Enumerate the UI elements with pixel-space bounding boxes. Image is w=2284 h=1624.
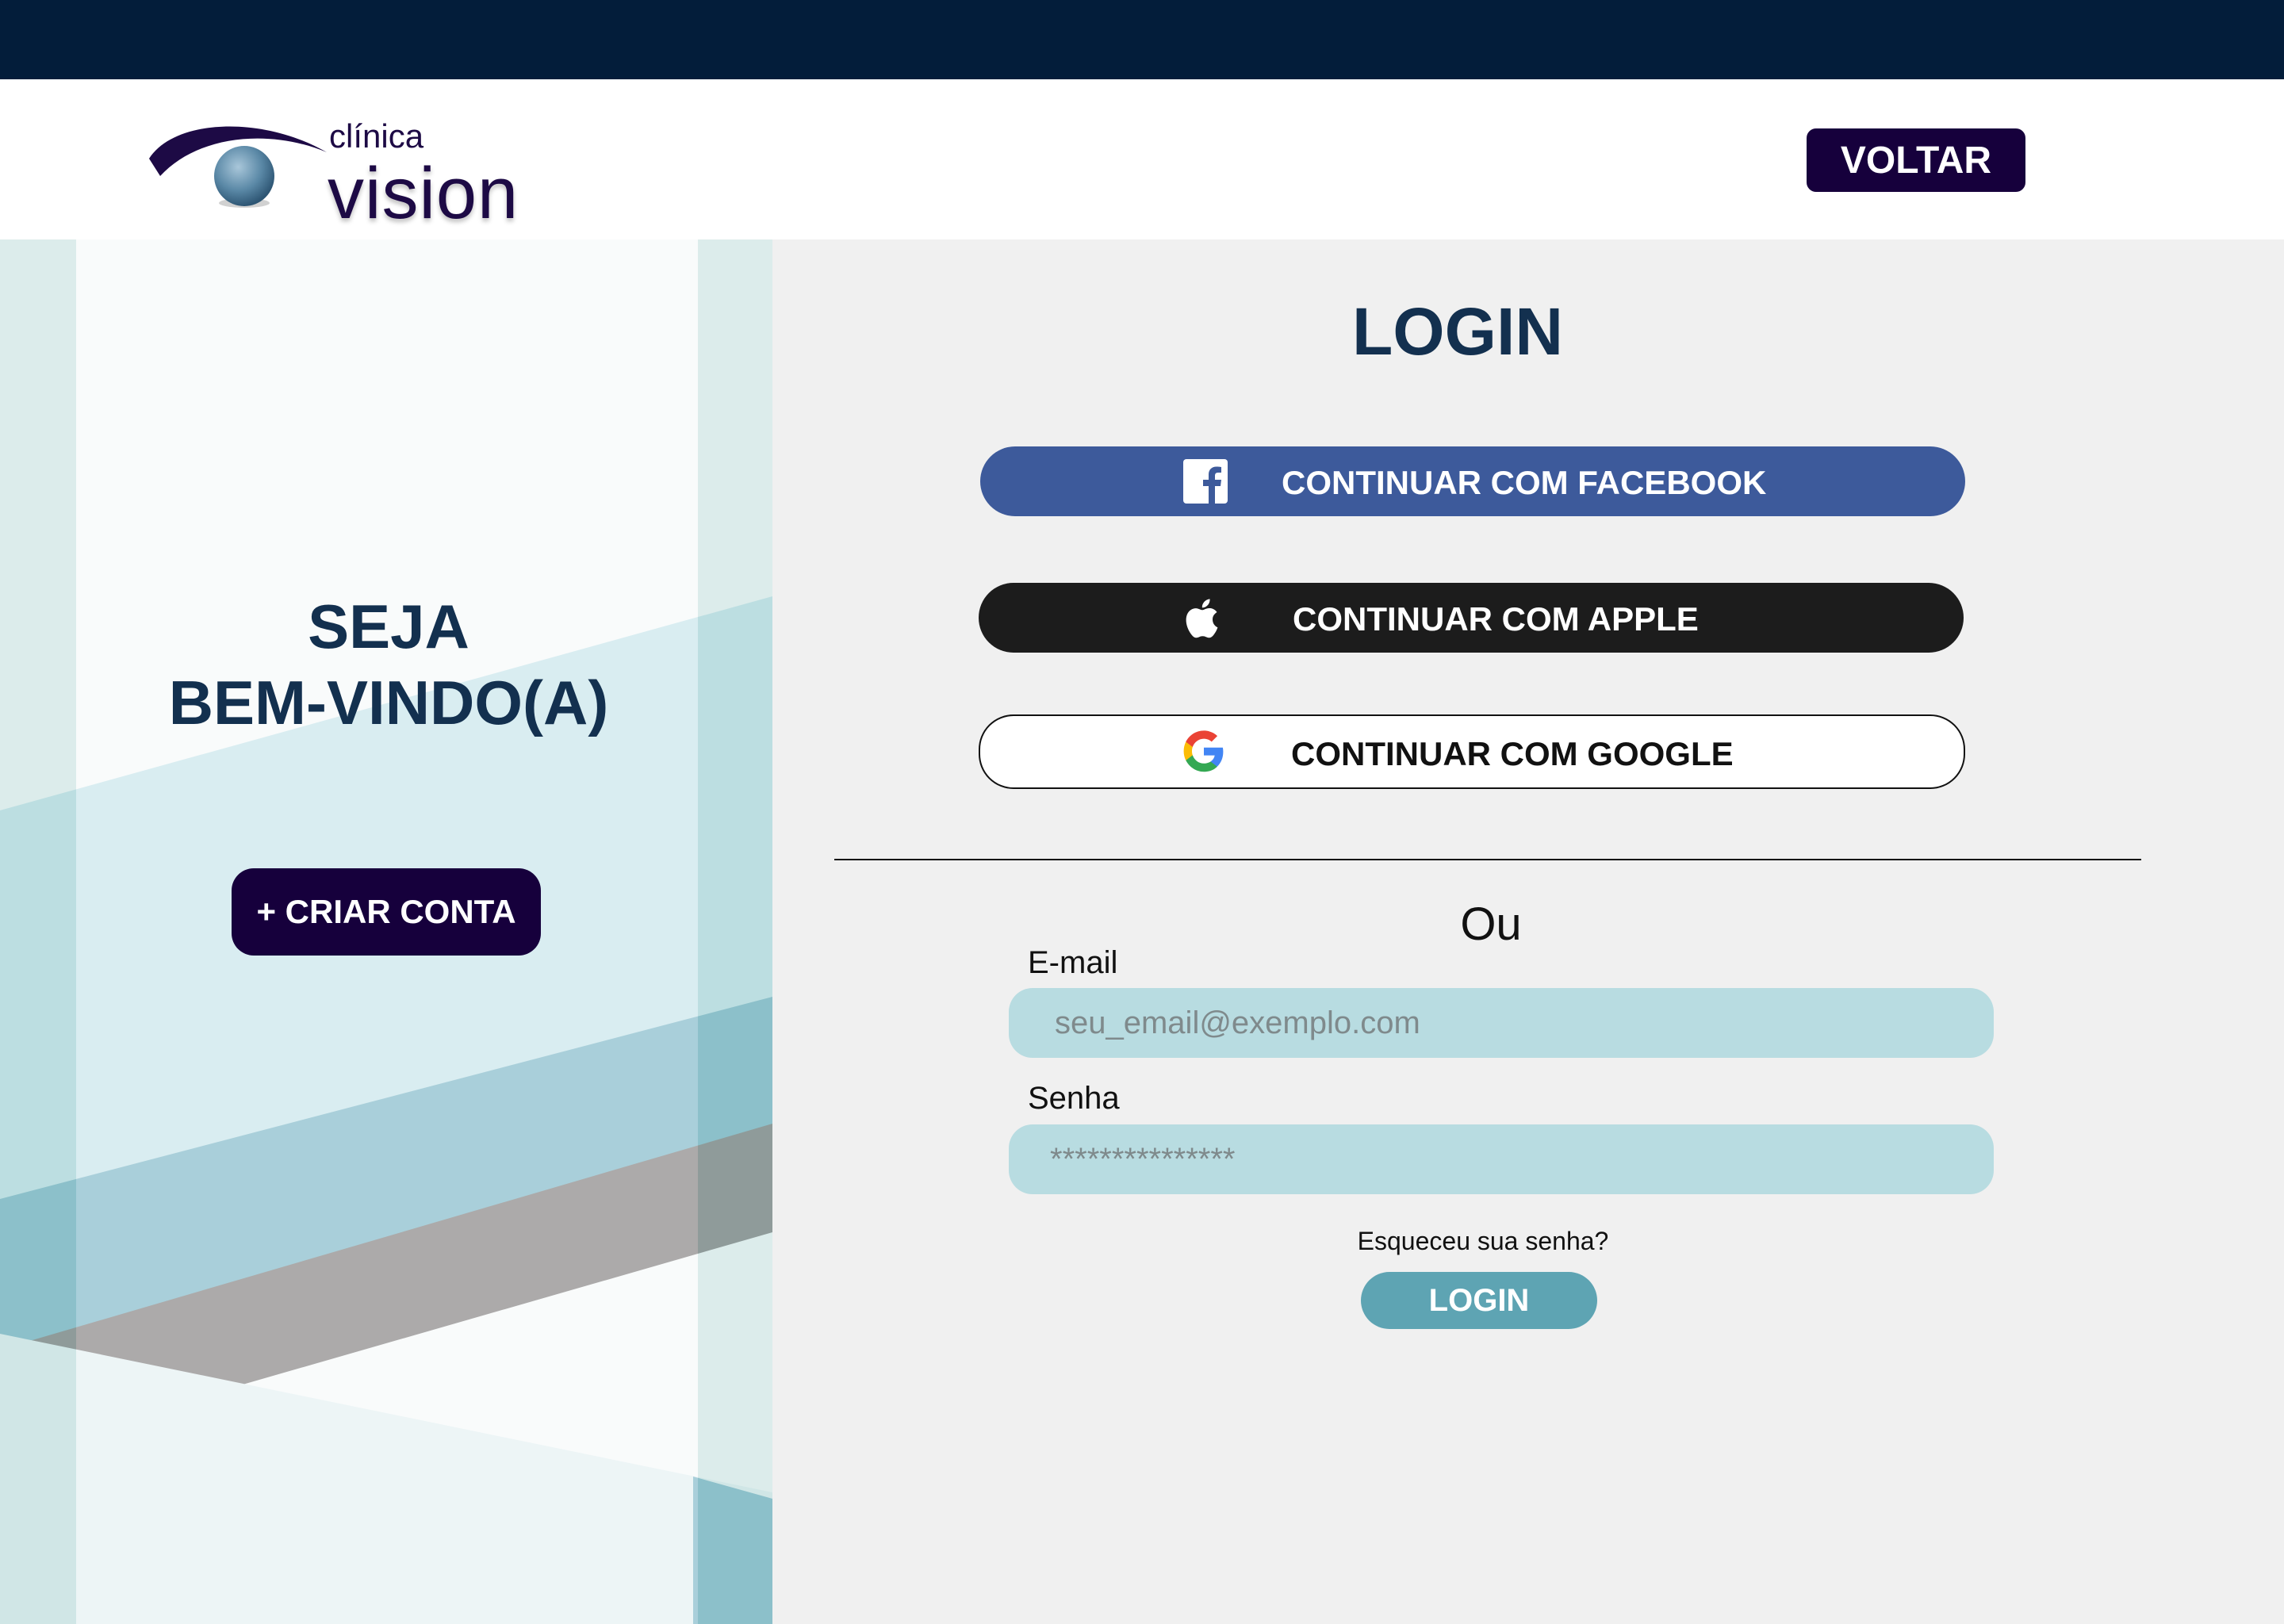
forgot-password-link[interactable]: Esqueceu sua senha? — [1269, 1227, 1697, 1256]
clinica-vision-logo[interactable]: clínica vision — [143, 103, 523, 234]
facebook-icon — [1183, 459, 1228, 504]
facebook-login-label: CONTINUAR COM FACEBOOK — [1282, 464, 1767, 501]
welcome-line-2: BEM-VINDO(A) — [168, 668, 609, 737]
logo-text-vision: vision — [328, 153, 519, 234]
google-login-label: CONTINUAR COM GOOGLE — [1291, 735, 1734, 772]
facebook-login-button[interactable]: CONTINUAR COM FACEBOOK — [980, 446, 1965, 516]
apple-login-button[interactable]: CONTINUAR COM APPLE — [979, 583, 1964, 653]
google-login-button[interactable]: CONTINUAR COM GOOGLE — [979, 714, 1965, 789]
back-button[interactable]: VOLTAR — [1807, 128, 2025, 192]
welcome-line-1: SEJA — [308, 592, 469, 661]
login-submit-button[interactable]: LOGIN — [1361, 1272, 1597, 1329]
welcome-heading: SEJA BEM-VINDO(A) — [79, 588, 698, 741]
welcome-panel: SEJA BEM-VINDO(A) + CRIAR CONTA — [0, 239, 772, 1624]
password-label: Senha — [1028, 1081, 1120, 1116]
top-bar — [0, 0, 2284, 79]
apple-icon — [1186, 599, 1218, 638]
email-input[interactable] — [1009, 988, 1994, 1058]
logo-text-clinica: clínica — [329, 117, 424, 155]
or-separator: Ou — [1460, 898, 1522, 950]
google-icon — [1183, 730, 1224, 772]
password-input[interactable] — [1009, 1124, 1994, 1194]
eye-logo-icon — [149, 126, 327, 208]
header: clínica vision VOLTAR — [0, 79, 2284, 239]
apple-login-label: CONTINUAR COM APPLE — [1293, 600, 1699, 638]
email-label: E-mail — [1028, 945, 1118, 980]
login-title: LOGIN — [1352, 294, 1563, 369]
create-account-button[interactable]: + CRIAR CONTA — [232, 868, 541, 956]
divider-line — [834, 859, 2141, 860]
